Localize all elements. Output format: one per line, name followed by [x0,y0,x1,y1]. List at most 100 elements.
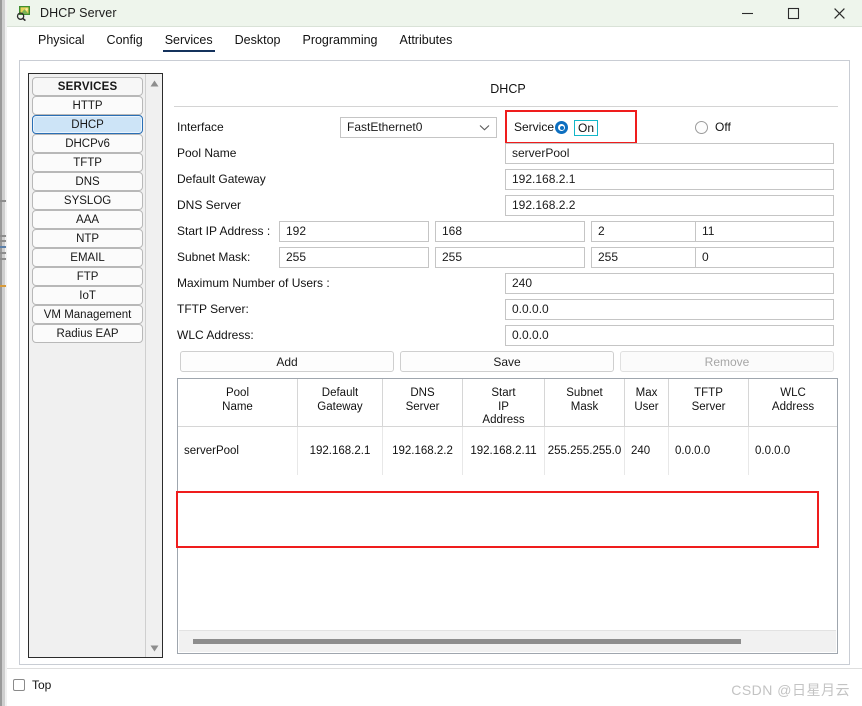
default-gateway-label: Default Gateway [177,172,266,186]
app-root: DHCP Server Physical Config Services Des… [0,0,862,706]
service-on-label[interactable]: On [574,120,599,136]
service-label: Service [514,120,555,134]
sidebar-item-ntp[interactable]: NTP [32,229,144,248]
bottom-bar: Top CSDN @日星月云 [7,668,862,706]
scrollbar-thumb[interactable] [193,639,741,644]
sidebar-item-label: EMAIL [70,251,105,264]
minimize-icon[interactable] [724,0,770,26]
top-checkbox-label: Top [32,678,52,692]
start-ip-label: Start IP Address : [177,224,271,238]
section-divider [174,106,838,107]
start-ip-octet-1[interactable]: 192 [279,221,429,242]
interface-row: Interface FastEthernet0 Service On Off [174,110,838,144]
tab-label: Physical [38,33,85,47]
sidebar-item-syslog[interactable]: SYSLOG [32,191,144,210]
cell-start-ip-address: 192.168.2.11 [463,427,545,475]
table-header-max-user: Max User [625,379,669,426]
sidebar-item-ftp[interactable]: FTP [32,267,144,286]
scroll-down-arrow-icon[interactable] [146,640,162,656]
sidebar-item-label: HTTP [72,99,103,112]
max-users-label: Maximum Number of Users : [177,276,330,290]
sidebar-item-aaa[interactable]: AAA [32,210,144,229]
interface-select[interactable]: FastEthernet0 [340,117,497,138]
add-button[interactable]: Add [180,351,394,372]
pool-name-label: Pool Name [177,146,237,160]
top-checkbox-group[interactable]: Top [13,678,51,692]
sidebar-header: SERVICES [32,77,144,96]
dns-server-label: DNS Server [177,198,242,212]
interface-label: Interface [177,120,224,134]
maximize-icon[interactable] [770,0,816,26]
chevron-down-icon [479,118,490,137]
interface-value: FastEthernet0 [347,120,423,134]
sidebar-item-dhcp[interactable]: DHCP [32,115,144,134]
window-title: DHCP Server [40,6,117,20]
dns-server-input[interactable]: 192.168.2.2 [505,195,834,216]
cell-tftp-server: 0.0.0.0 [669,427,749,475]
subnet-mask-label: Subnet Mask: [177,250,251,264]
table-header-default-gateway: Default Gateway [298,379,383,426]
top-checkbox[interactable] [13,679,25,691]
dns-server-row: DNS Server 192.168.2.2 [174,195,838,217]
table-row[interactable]: serverPool 192.168.2.1 192.168.2.2 192.1… [178,427,837,475]
sidebar-item-dns[interactable]: DNS [32,172,144,191]
sidebar-item-iot[interactable]: IoT [32,286,144,305]
watermark: CSDN @日星月云 [731,682,850,698]
tab-desktop[interactable]: Desktop [224,27,292,53]
cell-wlc-address: 0.0.0.0 [755,445,791,457]
sidebar-item-http[interactable]: HTTP [32,96,144,115]
window-controls [724,0,862,26]
tab-config[interactable]: Config [96,27,154,53]
table-horizontal-scrollbar[interactable] [179,630,836,652]
tab-bar: Physical Config Services Desktop Program… [7,27,862,59]
pool-name-input[interactable]: serverPool [505,143,834,164]
cell-pool-name: serverPool [178,427,298,475]
start-ip-octet-4[interactable]: 11 [695,221,834,242]
max-users-input[interactable]: 240 [505,273,834,294]
dhcp-pool-table: Pool Name Default Gateway DNS Server Start I… [177,378,838,654]
server-magnifier-icon [16,5,32,22]
tab-label: Programming [302,33,378,47]
sidebar-item-label: TFTP [73,156,102,169]
title-bar: DHCP Server [7,0,862,27]
sidebar-item-dhcpv6[interactable]: DHCPv6 [32,134,144,153]
close-icon[interactable] [816,0,862,26]
wlc-address-input[interactable]: 0.0.0.0 [505,325,834,346]
subnet-mask-octet-2[interactable]: 255 [435,247,585,268]
sidebar-item-vm-management[interactable]: VM Management [32,305,144,324]
sidebar-item-radius-eap[interactable]: Radius EAP [32,324,144,343]
service-on-radio[interactable] [555,121,568,134]
max-users-row: Maximum Number of Users : 240 [174,273,838,295]
default-gateway-input[interactable]: 192.168.2.1 [505,169,834,190]
sidebar-item-tftp[interactable]: TFTP [32,153,144,172]
sidebar-item-label: NTP [76,232,100,245]
tab-physical[interactable]: Physical [27,27,96,53]
sidebar-header-label: SERVICES [57,80,118,93]
tftp-server-row: TFTP Server: 0.0.0.0 [174,299,838,321]
service-off-label[interactable]: Off [715,120,731,134]
subnet-mask-octet-1[interactable]: 255 [279,247,429,268]
table-header-row: Pool Name Default Gateway DNS Server Start I… [178,379,837,427]
services-sidebar: SERVICES HTTP DHCP DHCPv6 TFTP DNS SYSLO… [28,73,163,658]
tab-services[interactable]: Services [154,27,224,53]
tab-programming[interactable]: Programming [291,27,388,53]
pool-name-row: Pool Name serverPool [174,143,838,165]
tftp-server-input[interactable]: 0.0.0.0 [505,299,834,320]
tab-label: Attributes [399,33,453,47]
sidebar-item-label: FTP [76,270,99,283]
sidebar-item-email[interactable]: EMAIL [32,248,144,267]
dhcp-form-panel: DHCP Interface FastEthernet0 Service On … [174,73,842,658]
sidebar-scrollbar[interactable] [145,74,162,657]
service-off-radio[interactable] [695,121,708,134]
sidebar-item-label: AAA [76,213,100,226]
remove-button: Remove [620,351,834,372]
scroll-up-arrow-icon[interactable] [146,75,162,91]
tab-attributes[interactable]: Attributes [389,27,464,53]
wlc-address-row: WLC Address: 0.0.0.0 [174,325,838,347]
cell-subnet-mask: 255.255.255.0 [545,427,625,475]
save-button[interactable]: Save [400,351,614,372]
start-ip-octet-2[interactable]: 168 [435,221,585,242]
subnet-mask-octet-4[interactable]: 0 [695,247,834,268]
table-header-wlc-address: WLC Address [771,387,815,413]
tftp-server-label: TFTP Server: [177,302,249,316]
